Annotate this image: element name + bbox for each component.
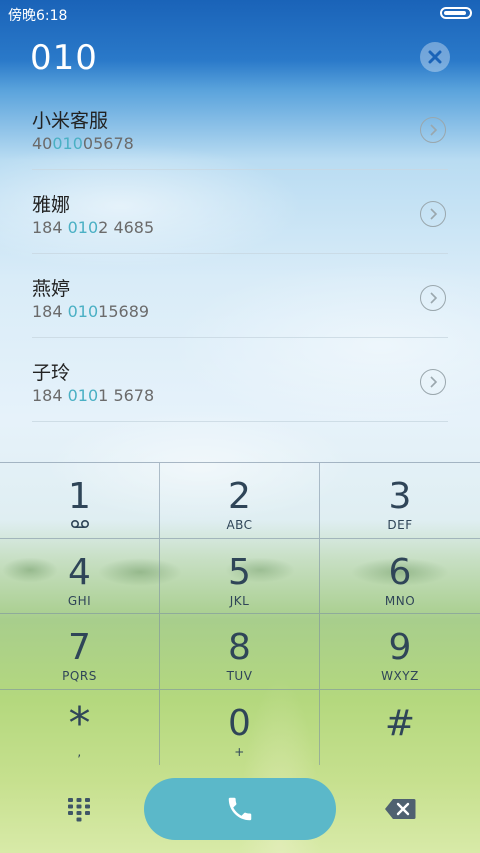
contact-list: 小米客服 4001005678 雅娜 184 0102 4685 燕婷 184 … [32, 86, 448, 422]
key-digit: 9 [388, 627, 412, 668]
contact-name: 雅娜 [32, 194, 71, 216]
key-letters: + [234, 744, 245, 759]
dial-keypad: 1 2 ABC 3 DEF 4 GHI 5 JKL 6 MNO 7 PQRS 8… [0, 462, 480, 766]
battery-icon [440, 7, 472, 19]
number-suffix: 2 4685 [98, 218, 155, 237]
key-letters: JKL [229, 593, 250, 608]
key-6[interactable]: 6 MNO [320, 539, 480, 614]
contact-number: 4001005678 [32, 134, 134, 153]
key-4[interactable]: 4 GHI [0, 538, 160, 614]
key-letters: , [77, 744, 82, 759]
key-digit: * [68, 697, 91, 749]
battery-level-fill [444, 11, 466, 15]
contact-item[interactable]: 小米客服 4001005678 [32, 86, 448, 170]
number-prefix: 184 [32, 302, 68, 321]
number-suffix: 15689 [98, 302, 150, 321]
contact-number: 184 01015689 [32, 302, 149, 321]
contact-item[interactable]: 子玲 184 0101 5678 [32, 338, 448, 422]
clear-number-button[interactable] [420, 42, 450, 72]
contact-item[interactable]: 燕婷 184 01015689 [32, 254, 448, 338]
key-9[interactable]: 9 WXYZ [320, 614, 480, 690]
voicemail-icon [0, 518, 159, 532]
key-3[interactable]: 3 DEF [320, 463, 480, 539]
number-match: 010 [52, 134, 83, 153]
key-digit: # [384, 702, 416, 744]
key-digit: 6 [388, 551, 412, 593]
key-letters: PQRS [62, 669, 97, 683]
key-hash[interactable]: # [320, 690, 480, 766]
number-match: 010 [67, 218, 99, 237]
key-digit: 3 [388, 476, 412, 517]
chevron-right-circle-icon [430, 124, 438, 136]
key-0[interactable]: 0 + [160, 689, 320, 765]
key-1[interactable]: 1 [0, 463, 160, 539]
key-digit: 4 [68, 551, 91, 593]
key-8[interactable]: 8 TUV [160, 614, 320, 690]
dialed-number: 010 [30, 38, 98, 78]
contact-number: 184 0102 4685 [32, 218, 154, 237]
key-digit: 8 [228, 627, 251, 668]
chevron-right-circle-icon [430, 292, 438, 304]
contact-detail-button[interactable] [420, 285, 446, 311]
dialpad-icon [68, 798, 90, 822]
bottom-action-bar [0, 764, 480, 853]
number-prefix: 184 [32, 386, 68, 405]
call-button[interactable] [144, 778, 336, 840]
number-prefix: 40 [32, 134, 53, 153]
key-5[interactable]: 5 JKL [160, 538, 320, 614]
contact-name: 燕婷 [32, 278, 71, 300]
chevron-right-circle-icon [430, 376, 438, 388]
number-prefix: 184 [32, 218, 68, 237]
contact-detail-button[interactable] [420, 117, 446, 143]
backspace-button[interactable] [384, 798, 416, 820]
key-digit: 5 [228, 551, 251, 593]
contact-item[interactable]: 雅娜 184 0102 4685 [32, 170, 448, 254]
key-letters: WXYZ [381, 669, 419, 683]
key-7[interactable]: 7 PQRS [0, 614, 160, 690]
status-time: 傍晚6:18 [8, 8, 68, 24]
backspace-icon [385, 799, 416, 819]
chevron-right-circle-icon [430, 208, 438, 220]
contact-detail-button[interactable] [420, 201, 446, 227]
contact-name: 小米客服 [32, 110, 109, 132]
number-suffix: 1 5678 [98, 386, 155, 405]
contact-detail-button[interactable] [420, 369, 446, 395]
keypad-toggle-button[interactable] [66, 796, 92, 822]
key-star[interactable]: * , [0, 689, 160, 765]
number-match: 010 [67, 386, 99, 405]
key-digit: 7 [68, 627, 91, 668]
key-digit: 1 [68, 476, 91, 517]
phone-icon [228, 797, 252, 821]
key-letters: MNO [384, 593, 416, 608]
number-match: 010 [67, 302, 99, 321]
dial-header: 010 [0, 26, 480, 86]
key-digit: 0 [228, 702, 251, 744]
close-circle-icon [428, 50, 442, 64]
contact-number: 184 0101 5678 [32, 386, 154, 405]
contact-name: 子玲 [32, 362, 71, 384]
status-bar: 傍晚6:18 [0, 0, 480, 26]
key-letters: ABC [226, 518, 253, 532]
number-suffix: 05678 [82, 134, 134, 153]
key-digit: 2 [228, 476, 251, 517]
key-2[interactable]: 2 ABC [160, 463, 320, 539]
key-letters: GHI [67, 593, 92, 608]
key-letters: DEF [387, 518, 413, 532]
key-letters: TUV [226, 669, 253, 683]
